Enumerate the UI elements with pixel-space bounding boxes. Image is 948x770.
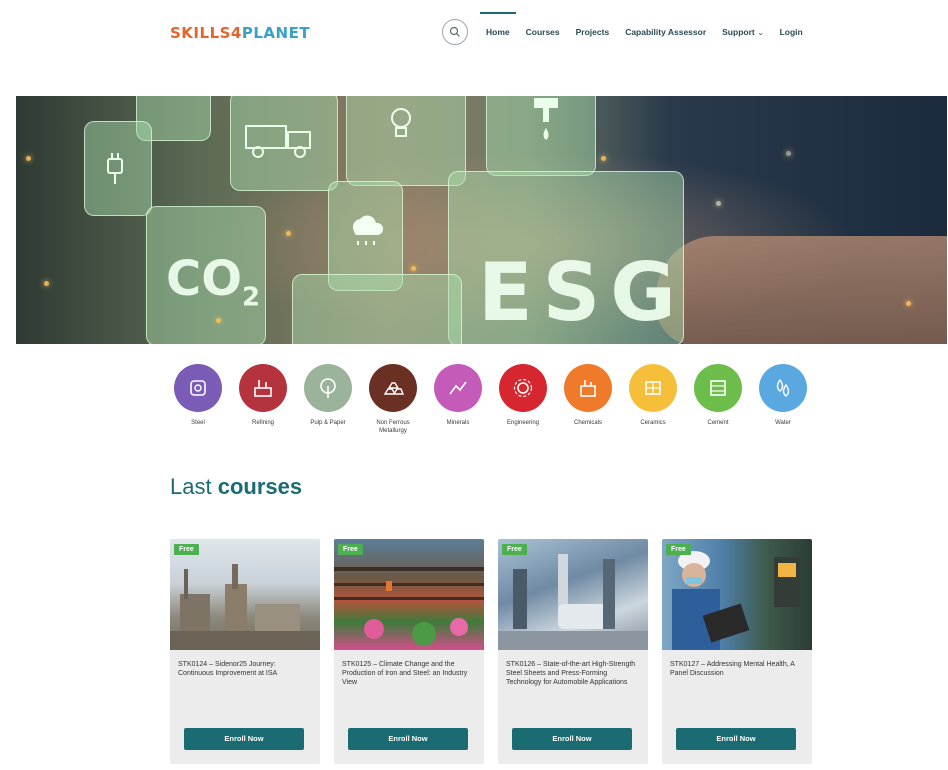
hero-banner: CO2 ESG <box>16 96 947 344</box>
hero-tile-lower <box>292 274 462 344</box>
site-header: SKILLS4PLANET Home Courses Projects Capa… <box>0 0 948 70</box>
worker-illustration <box>672 551 800 650</box>
enroll-now-button[interactable]: Enroll Now <box>512 728 632 750</box>
section-title-light: Last <box>170 474 218 499</box>
category-list: Steel Refining Pulp & Paper Non Ferrous … <box>168 364 818 454</box>
hero-esg-text: ESG <box>478 246 686 339</box>
search-button[interactable] <box>442 19 468 45</box>
category-chemicals[interactable]: Chemicals <box>558 364 618 427</box>
bokeh-light <box>216 318 221 323</box>
tree-icon <box>304 364 352 412</box>
nav-capability-assessor[interactable]: Capability Assessor <box>617 12 714 52</box>
bokeh-light <box>716 201 721 206</box>
free-badge: Free <box>502 544 527 555</box>
course-card[interactable]: Free STK0125 – Climate Change and the Pr… <box>334 539 484 764</box>
course-title[interactable]: STK0126 – State-of-the-art High-Strength… <box>498 650 648 726</box>
nav-courses[interactable]: Courses <box>518 12 568 52</box>
category-label: Steel <box>191 420 205 426</box>
chemicals-icon <box>564 364 612 412</box>
water-drops-icon <box>759 364 807 412</box>
bokeh-light <box>44 281 49 286</box>
enroll-now-button[interactable]: Enroll Now <box>184 728 304 750</box>
nav-home[interactable]: Home <box>478 12 518 52</box>
bokeh-light <box>786 151 791 156</box>
course-image-plant-farm[interactable]: Free <box>334 539 484 650</box>
category-label: Refining <box>251 420 274 426</box>
category-label: Engineering <box>506 420 540 426</box>
category-pulp-paper[interactable]: Pulp & Paper <box>298 364 358 427</box>
nav-projects[interactable]: Projects <box>568 12 618 52</box>
section-title-bold: courses <box>217 474 303 499</box>
course-image-steel-plant[interactable]: Free <box>170 539 320 650</box>
category-minerals[interactable]: Minerals <box>428 364 488 427</box>
category-label: Chemicals <box>573 420 602 426</box>
minerals-icon <box>434 364 482 412</box>
course-card[interactable]: Free STK0126 – State-of-the-art High-Str… <box>498 539 648 764</box>
free-badge: Free <box>174 544 199 555</box>
course-title[interactable]: STK0127 – Addressing Mental Health, A Pa… <box>662 650 812 726</box>
bokeh-light <box>286 231 291 236</box>
site-logo[interactable]: SKILLS4PLANET <box>170 24 310 42</box>
category-non-ferrous-metallurgy[interactable]: Non Ferrous Metallurgy <box>363 364 423 435</box>
category-cement[interactable]: Cement <box>688 364 748 427</box>
faucet-icon <box>534 98 558 140</box>
hero-hand-image <box>656 236 947 344</box>
refinery-icon <box>239 364 287 412</box>
steel-plant-illustration <box>170 564 320 650</box>
cement-icon <box>694 364 742 412</box>
bokeh-light <box>411 266 416 271</box>
course-image-robot-factory[interactable]: Free <box>498 539 648 650</box>
category-steel[interactable]: Steel <box>168 364 228 427</box>
enroll-now-button[interactable]: Enroll Now <box>676 728 796 750</box>
category-label: Pulp & Paper <box>310 420 346 426</box>
category-label: Ceramics <box>640 420 666 426</box>
enroll-now-button[interactable]: Enroll Now <box>348 728 468 750</box>
lightbulb-icon <box>391 108 411 137</box>
greenhouse-illustration <box>334 567 484 646</box>
category-water[interactable]: Water <box>753 364 813 427</box>
bokeh-light <box>601 156 606 161</box>
truck-icon <box>245 125 311 158</box>
course-card[interactable]: Free STK0127 – Addressing Mental Health,… <box>662 539 812 764</box>
hero-co2-text: CO2 <box>166 251 260 313</box>
course-card[interactable]: Free STK0124 – Sidenor25 Journey: Contin… <box>170 539 320 764</box>
rain-cloud-icon <box>352 215 384 245</box>
ingots-icon <box>369 364 417 412</box>
category-engineering[interactable]: Engineering <box>493 364 553 427</box>
logo-text-skills: SKILLS4 <box>170 24 242 42</box>
course-image-worker-tablet[interactable]: Free <box>662 539 812 650</box>
bokeh-light <box>906 301 911 306</box>
plug-icon <box>107 153 123 184</box>
category-refining[interactable]: Refining <box>233 364 293 427</box>
search-icon <box>449 26 460 37</box>
nav-support-label: Support <box>722 27 755 37</box>
hero-co2-main: CO <box>166 251 243 307</box>
free-badge: Free <box>666 544 691 555</box>
free-badge: Free <box>338 544 363 555</box>
bokeh-light <box>26 156 31 161</box>
ceramics-icon <box>629 364 677 412</box>
logo-text-planet: PLANET <box>241 24 311 42</box>
category-ceramics[interactable]: Ceramics <box>623 364 683 427</box>
main-nav: Home Courses Projects Capability Assesso… <box>478 12 811 52</box>
nav-support[interactable]: Support ⌄ <box>714 12 771 52</box>
gear-icon <box>499 364 547 412</box>
chevron-down-icon: ⌄ <box>757 30 764 37</box>
hero-co2-subscript: 2 <box>242 282 261 313</box>
course-title[interactable]: STK0124 – Sidenor25 Journey: Continuous … <box>170 650 320 726</box>
category-label: Non Ferrous Metallurgy <box>376 420 410 434</box>
category-label: Minerals <box>446 420 470 426</box>
category-label: Cement <box>707 420 729 426</box>
nav-login[interactable]: Login <box>772 12 811 52</box>
course-title[interactable]: STK0125 – Climate Change and the Product… <box>334 650 484 726</box>
section-title: Last courses <box>170 474 302 500</box>
steel-icon <box>174 364 222 412</box>
factory-robot-illustration <box>498 554 648 650</box>
category-label: Water <box>775 420 791 426</box>
